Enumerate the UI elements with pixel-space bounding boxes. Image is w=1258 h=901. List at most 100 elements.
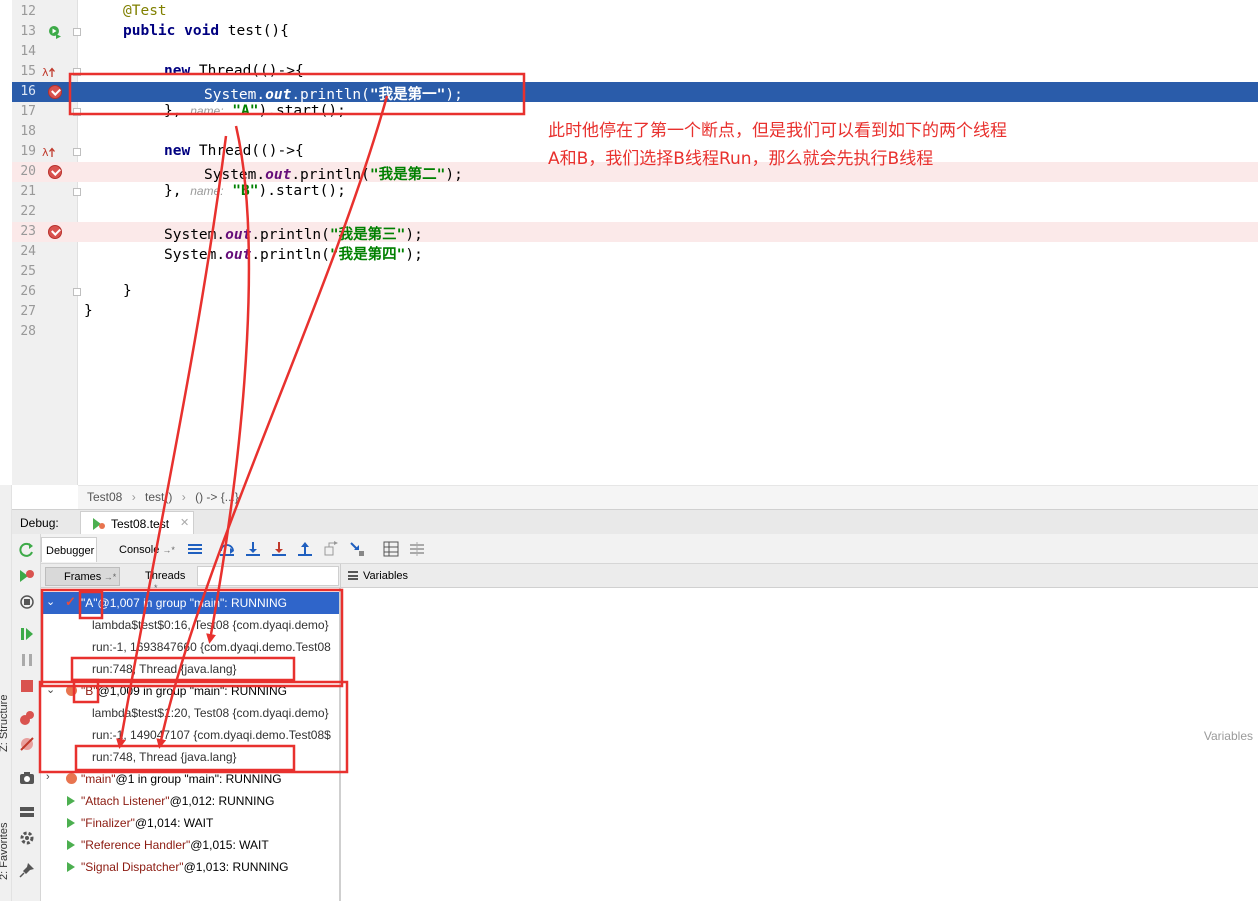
code-line[interactable]: 14 bbox=[12, 42, 1258, 62]
layout-icon[interactable] bbox=[19, 804, 35, 820]
camera-icon[interactable] bbox=[19, 770, 35, 786]
close-icon[interactable]: ✕ bbox=[180, 516, 189, 529]
show-execution-point-icon[interactable] bbox=[187, 541, 203, 557]
tab-frames[interactable]: Frames →* bbox=[45, 567, 120, 586]
pause-program-icon[interactable] bbox=[19, 652, 35, 668]
code-line[interactable]: 25 bbox=[12, 262, 1258, 282]
code-token: "我是第一" bbox=[369, 87, 446, 103]
running-thread-icon bbox=[67, 862, 75, 872]
thread-name: "B" bbox=[81, 684, 98, 698]
chevron-down-icon[interactable]: ⌄ bbox=[46, 595, 55, 608]
code-line[interactable]: 21 }, name: "B").start(); bbox=[12, 182, 1258, 202]
code-editor[interactable]: 12 @Test 13 public void test(){ 14 15 λ … bbox=[0, 0, 1258, 485]
code-line[interactable]: 13 public void test(){ bbox=[12, 22, 1258, 42]
thread-row[interactable]: "Signal Dispatcher"@1,013: RUNNING bbox=[41, 856, 339, 878]
fold-marker[interactable] bbox=[73, 28, 81, 36]
stack-frame-row[interactable]: run:748, Thread {java.lang} bbox=[41, 746, 339, 768]
suspended-thread-icon bbox=[66, 773, 77, 784]
structure-tool-label[interactable]: Z: Structure bbox=[0, 695, 10, 752]
favorites-tool-label[interactable]: 2: Favorites bbox=[0, 823, 10, 880]
step-into-icon[interactable] bbox=[245, 541, 261, 557]
breakpoint-icon[interactable] bbox=[48, 225, 62, 239]
code-line[interactable]: 15 λ new Thread(()->{ bbox=[12, 62, 1258, 82]
line-number: 12 bbox=[20, 4, 36, 19]
breadcrumb-item[interactable]: Test08 bbox=[87, 490, 122, 504]
breakpoint-icon[interactable] bbox=[48, 165, 62, 179]
current-execution-line[interactable]: 16 System.out.println("我是第一"); bbox=[12, 82, 1258, 103]
fold-marker[interactable] bbox=[73, 148, 81, 156]
force-step-into-icon[interactable] bbox=[271, 541, 287, 557]
tab-variables-label[interactable]: Variables bbox=[363, 570, 408, 582]
code-line[interactable]: 26 } bbox=[12, 282, 1258, 302]
code-token: void bbox=[184, 23, 220, 39]
line-number: 26 bbox=[20, 284, 36, 299]
run-test-icon[interactable] bbox=[48, 25, 62, 39]
line-number: 14 bbox=[20, 44, 36, 59]
breakpoint-line[interactable]: 23 System.out.println("我是第三"); bbox=[12, 222, 1258, 243]
code-line[interactable]: 22 bbox=[12, 202, 1258, 222]
chevron-down-icon[interactable]: ⌄ bbox=[46, 683, 55, 696]
pin-icon[interactable] bbox=[19, 862, 35, 878]
breakpoint-icon[interactable] bbox=[48, 85, 62, 99]
fold-marker[interactable] bbox=[73, 288, 81, 296]
thread-row[interactable]: › "main"@1 in group "main": RUNNING bbox=[41, 768, 339, 790]
stack-frame-row[interactable]: lambda$test$1:20, Test08 {com.dyaqi.demo… bbox=[41, 702, 339, 724]
code-token: ).start(); bbox=[258, 103, 346, 119]
breadcrumb-item[interactable]: test() bbox=[145, 490, 172, 504]
code-token: System. bbox=[204, 87, 266, 103]
stop-icon[interactable] bbox=[19, 678, 35, 694]
mute-breakpoints-icon[interactable] bbox=[19, 736, 35, 752]
line-number: 24 bbox=[20, 244, 36, 259]
code-line[interactable]: 28 bbox=[12, 322, 1258, 342]
line-number: 28 bbox=[20, 324, 36, 339]
drop-frame-icon[interactable] bbox=[323, 541, 339, 557]
code-token: "我是第四" bbox=[329, 247, 406, 263]
thread-row[interactable]: "Attach Listener"@1,012: RUNNING bbox=[41, 790, 339, 812]
param-hint: name: bbox=[190, 104, 224, 118]
variables-panel[interactable]: Variables bbox=[340, 588, 1258, 901]
resume-with-breakpoint-icon[interactable] bbox=[19, 568, 35, 584]
debug-session-tab[interactable]: Test08.test ✕ bbox=[80, 511, 194, 534]
thread-name: "main" bbox=[81, 772, 116, 786]
tab-threads[interactable]: Threads →* bbox=[121, 567, 195, 593]
step-over-icon[interactable] bbox=[219, 541, 235, 557]
thread-row[interactable]: "Finalizer"@1,014: WAIT bbox=[41, 812, 339, 834]
code-line[interactable]: 24 System.out.println("我是第四"); bbox=[12, 242, 1258, 263]
debug-config-icon bbox=[93, 518, 105, 530]
evaluate-expression-icon[interactable] bbox=[383, 541, 399, 557]
code-token: .println( bbox=[251, 247, 330, 263]
settings-gear-icon[interactable] bbox=[19, 830, 35, 846]
breadcrumb: Test08 › test() › () -> {...} bbox=[78, 485, 1258, 509]
lambda-marker-icon[interactable]: λ bbox=[42, 65, 56, 79]
chevron-right-icon[interactable]: › bbox=[46, 771, 50, 783]
stack-frame-row[interactable]: run:-1, 1693847660 {com.dyaqi.demo.Test0… bbox=[41, 636, 339, 658]
code-line[interactable]: 12 @Test bbox=[12, 2, 1258, 22]
rerun-icon[interactable] bbox=[19, 542, 35, 558]
running-thread-icon bbox=[67, 840, 75, 850]
code-token: System. bbox=[164, 227, 226, 243]
thread-selector-field[interactable] bbox=[197, 566, 339, 586]
svg-text:λ: λ bbox=[42, 146, 49, 159]
code-token: ); bbox=[445, 87, 463, 103]
fold-marker[interactable] bbox=[73, 188, 81, 196]
stack-frame-row[interactable]: run:-1, 149047107 {com.dyaqi.demo.Test08… bbox=[41, 724, 339, 746]
resume-program-icon[interactable] bbox=[19, 626, 35, 642]
line-number: 20 bbox=[20, 164, 36, 179]
lambda-marker-icon[interactable]: λ bbox=[42, 145, 56, 159]
trace-icon[interactable] bbox=[409, 541, 425, 557]
view-breakpoints-icon[interactable] bbox=[19, 710, 35, 726]
breadcrumb-item[interactable]: () -> {...} bbox=[195, 490, 239, 504]
tab-debugger[interactable]: Debugger bbox=[41, 537, 97, 562]
fold-marker[interactable] bbox=[73, 68, 81, 76]
stack-frame-row[interactable]: lambda$test$0:16, Test08 {com.dyaqi.demo… bbox=[41, 614, 339, 636]
thread-row[interactable]: "Reference Handler"@1,015: WAIT bbox=[41, 834, 339, 856]
run-to-cursor-icon[interactable] bbox=[349, 541, 365, 557]
code-line[interactable]: 27 } bbox=[12, 302, 1258, 322]
thread-row[interactable]: ⌄ ✓ "A"@1,007 in group "main": RUNNING bbox=[41, 592, 339, 614]
stack-frame-row[interactable]: run:748, Thread {java.lang} bbox=[41, 658, 339, 680]
tab-console[interactable]: Console →* bbox=[101, 537, 181, 562]
step-out-icon[interactable] bbox=[297, 541, 313, 557]
thread-row[interactable]: ⌄ "B"@1,009 in group "main": RUNNING bbox=[41, 680, 339, 702]
fold-marker[interactable] bbox=[73, 108, 81, 116]
restore-layout-icon[interactable] bbox=[19, 594, 35, 610]
